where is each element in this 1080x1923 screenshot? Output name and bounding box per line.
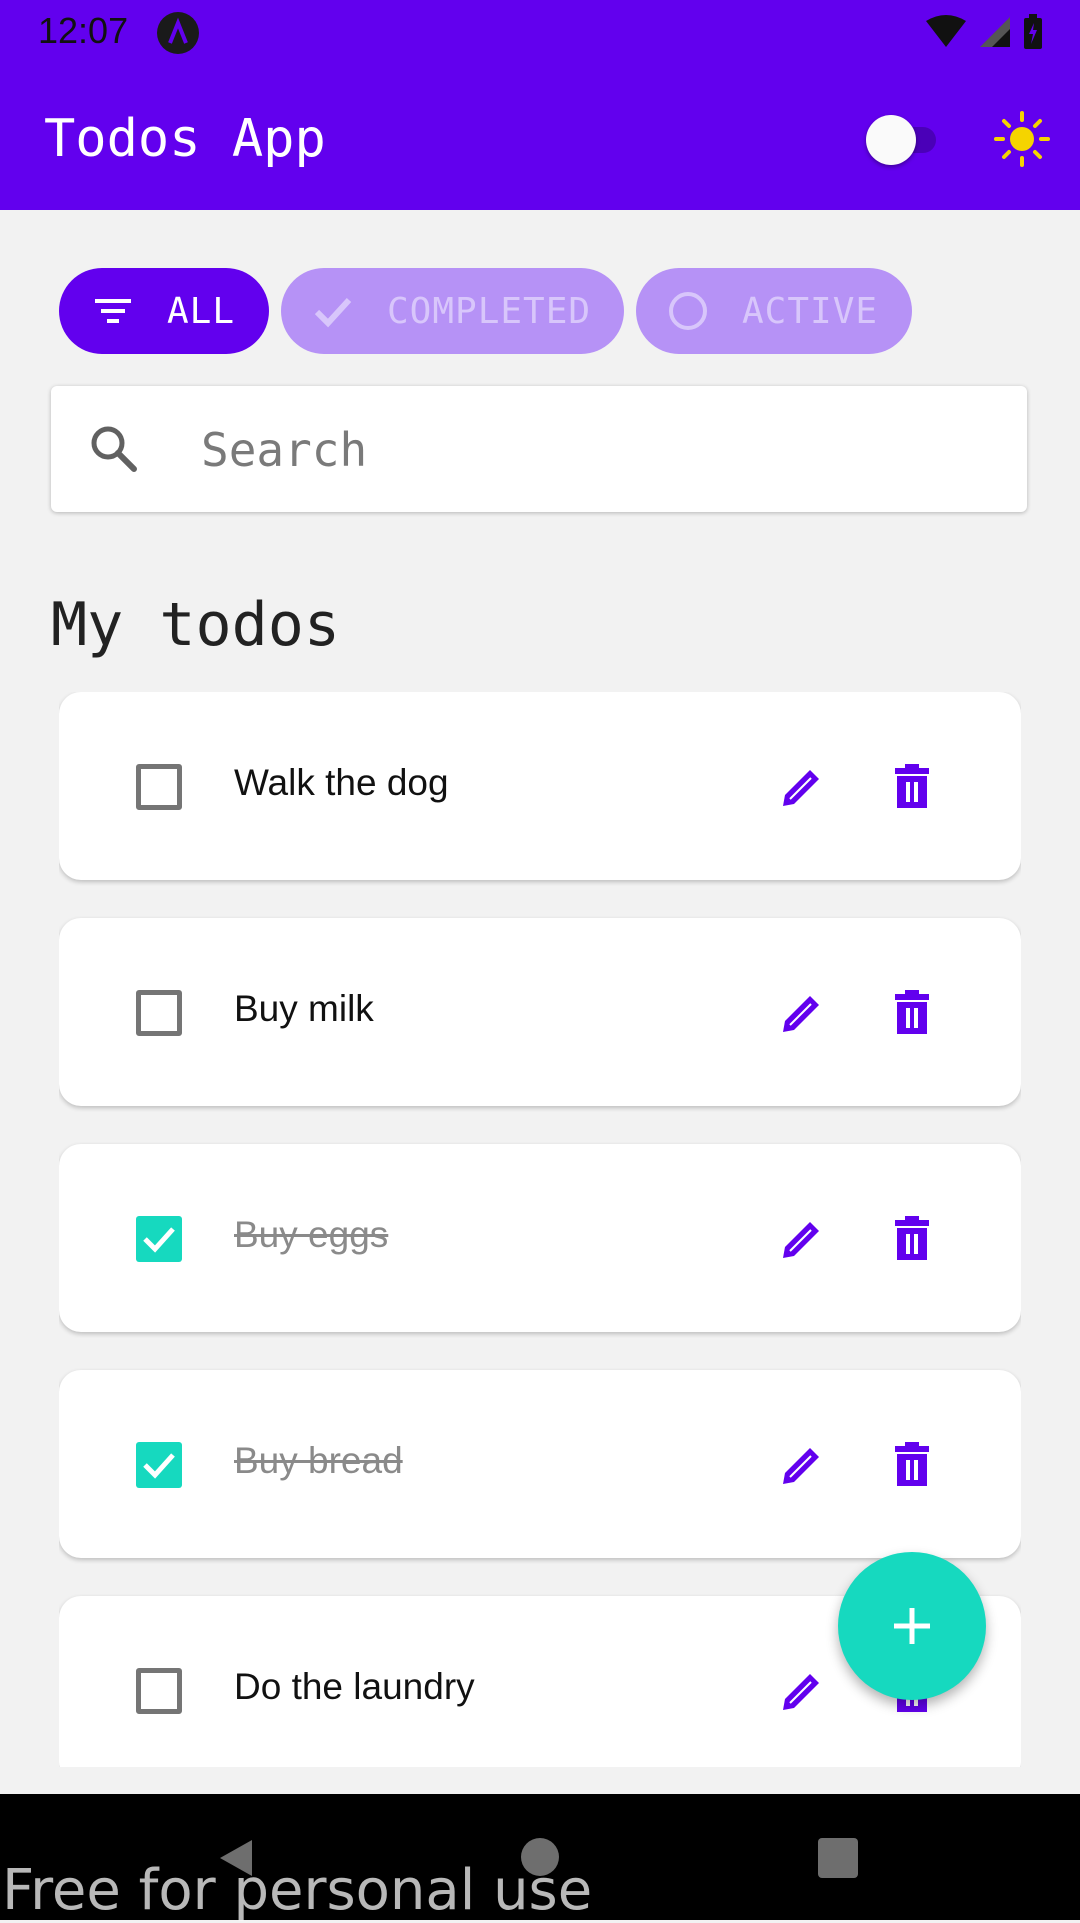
battery-icon	[1024, 14, 1042, 49]
delete-icon[interactable]	[887, 988, 937, 1038]
todo-checkbox-checked[interactable]	[136, 1442, 182, 1488]
circle-icon	[669, 292, 707, 330]
theme-toggle[interactable]	[862, 111, 948, 167]
edit-icon[interactable]	[777, 1214, 827, 1264]
todo-checkbox[interactable]	[136, 1668, 182, 1714]
filter-chips: ALL COMPLETED ACTIVE	[59, 268, 912, 354]
filter-chip-label: ACTIVE	[742, 290, 879, 332]
recents-icon[interactable]	[818, 1838, 858, 1878]
filter-icon	[95, 299, 131, 323]
app-bar: Todos App	[0, 63, 1080, 210]
check-icon	[143, 1453, 175, 1479]
notification-app-icon	[157, 12, 199, 54]
todo-item: Walk the dog	[59, 692, 1021, 880]
app-title: Todos App	[44, 109, 326, 169]
filter-chip-label: COMPLETED	[387, 290, 592, 332]
watermark: Free for personal use	[2, 1858, 593, 1923]
todo-checkbox[interactable]	[136, 990, 182, 1036]
toggle-thumb	[866, 115, 916, 165]
signal-icon	[980, 17, 1010, 47]
add-todo-button[interactable]	[838, 1552, 986, 1700]
wifi-icon	[926, 15, 966, 47]
delete-icon[interactable]	[887, 1440, 937, 1490]
plus-icon	[894, 1608, 930, 1644]
filter-chip-all[interactable]: ALL	[59, 268, 269, 354]
todo-item: Buy eggs	[59, 1144, 1021, 1332]
todo-item: Buy milk	[59, 918, 1021, 1106]
todo-label: Buy milk	[234, 988, 374, 1029]
check-icon	[143, 1227, 175, 1253]
status-bar: 12:07	[0, 0, 1080, 63]
todo-checkbox[interactable]	[136, 764, 182, 810]
search-input[interactable]	[199, 406, 983, 494]
todo-item: Buy bread	[59, 1370, 1021, 1558]
sun-icon[interactable]	[992, 109, 1052, 169]
section-title: My todos	[51, 590, 340, 660]
todo-checkbox-checked[interactable]	[136, 1216, 182, 1262]
edit-icon[interactable]	[777, 988, 827, 1038]
filter-chip-label: ALL	[167, 290, 236, 332]
todo-label: Buy eggs	[234, 1214, 389, 1255]
todo-label: Walk the dog	[234, 762, 449, 803]
status-icons	[924, 14, 1044, 50]
edit-icon[interactable]	[777, 1666, 827, 1716]
check-icon	[314, 297, 352, 328]
search-icon	[91, 426, 137, 472]
edit-icon[interactable]	[777, 762, 827, 812]
search-bar	[51, 386, 1027, 512]
todo-label: Do the laundry	[234, 1666, 475, 1707]
todo-label: Buy bread	[234, 1440, 403, 1481]
filter-chip-active[interactable]: ACTIVE	[636, 268, 912, 354]
status-time: 12:07	[38, 10, 129, 51]
filter-chip-completed[interactable]: COMPLETED	[281, 268, 624, 354]
delete-icon[interactable]	[887, 762, 937, 812]
edit-icon[interactable]	[777, 1440, 827, 1490]
delete-icon[interactable]	[887, 1214, 937, 1264]
